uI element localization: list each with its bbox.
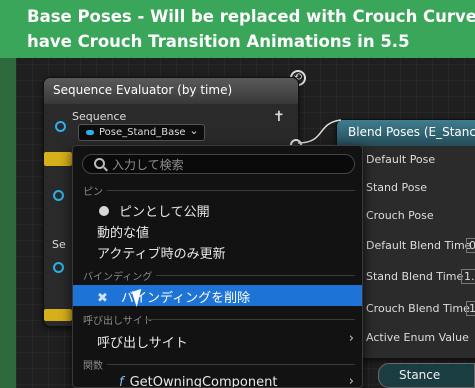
expose-pin-label: ピンとして公開	[119, 205, 210, 220]
pin-stand-pose[interactable]: Stand Pose	[366, 181, 427, 194]
node-footer-stripe	[44, 309, 72, 321]
search-placeholder: 入力して検索	[112, 158, 184, 172]
divider	[107, 190, 355, 191]
menu-item-update-when-active[interactable]: アクティブ時のみ更新	[73, 241, 362, 262]
node-input-pin-2[interactable]	[53, 262, 64, 273]
pin-crouch-blend-time[interactable]: Crouch Blend Time	[366, 302, 470, 315]
search-icon	[94, 158, 105, 169]
pin-stand-blend-time[interactable]: Stand Blend Time	[366, 270, 463, 283]
menu-item-get-owning-component[interactable]: f GetOwningComponent ›	[73, 373, 362, 388]
section-callsite: 呼び出しサイト	[83, 316, 153, 327]
section-pin: ピン	[83, 187, 103, 198]
menu-item-remove-binding[interactable]: ✖ バインディングを削除	[73, 285, 362, 306]
comment-line-1: Base Poses - Will be replaced with Crouc…	[27, 7, 475, 26]
stance-label: Stance	[399, 368, 441, 382]
function-icon: f	[119, 375, 124, 388]
chevron-right-icon: ›	[348, 331, 354, 346]
get-owning-label: GetOwningComponent	[129, 375, 278, 388]
radio-dot-icon	[99, 206, 109, 216]
section-binding: バインディング	[83, 272, 153, 283]
pin-crouch-pose[interactable]: Crouch Pose	[366, 209, 434, 222]
sequence-pin-label: Sequence	[72, 110, 127, 123]
sequence-input-pin[interactable]	[55, 121, 66, 132]
section-function: 関数	[83, 361, 103, 372]
context-menu[interactable]: 入力して検索 ピン ピンとして公開 動的な値 アクティブ時のみ更新 バインディン…	[72, 145, 363, 388]
chevron-right-icon: ›	[348, 374, 354, 388]
pin-default-blend-time[interactable]: Default Blend Time	[366, 239, 471, 252]
comment-line-2: have Crouch Transition Animations in 5.5	[27, 32, 410, 51]
stance-variable-node[interactable]: Stance	[378, 363, 475, 388]
divider	[145, 319, 355, 320]
sequence-evaluator-title: Sequence Evaluator (by time)	[44, 78, 298, 104]
pin-active-enum-value[interactable]: Active Enum Value	[366, 331, 469, 344]
menu-item-expose-pin[interactable]: ピンとして公開	[73, 199, 362, 220]
stand-blend-time-field[interactable]: 1.	[461, 269, 475, 284]
sequence-asset-value: Pose_Stand_Base	[99, 127, 186, 138]
divider	[156, 275, 355, 276]
callsite-label: 呼び出しサイト	[97, 336, 188, 351]
crouch-blend-time-field[interactable]: 1	[466, 301, 475, 316]
blend-poses-title: Blend Poses (E_Stance)	[337, 120, 475, 146]
comment-box-border	[0, 58, 16, 388]
sequence-asset-dropdown[interactable]: Pose_Stand_Base	[78, 124, 205, 141]
node-header-stripe	[44, 152, 72, 166]
default-blend-time-field[interactable]: 0	[466, 238, 475, 253]
pin-default-pose[interactable]: Default Pose	[366, 153, 435, 166]
divider	[107, 364, 355, 365]
comment-box-header[interactable]: Base Poses - Will be replaced with Crouc…	[0, 0, 475, 58]
node-partial-label: Se	[52, 238, 66, 251]
menu-item-callsite[interactable]: 呼び出しサイト ›	[73, 330, 362, 351]
node-input-pin[interactable]	[53, 190, 64, 201]
person-icon: ✝	[273, 109, 285, 125]
search-input[interactable]: 入力して検索	[82, 154, 355, 174]
remove-icon: ✖	[97, 291, 108, 306]
menu-item-dynamic-value[interactable]: 動的な値	[73, 220, 362, 241]
